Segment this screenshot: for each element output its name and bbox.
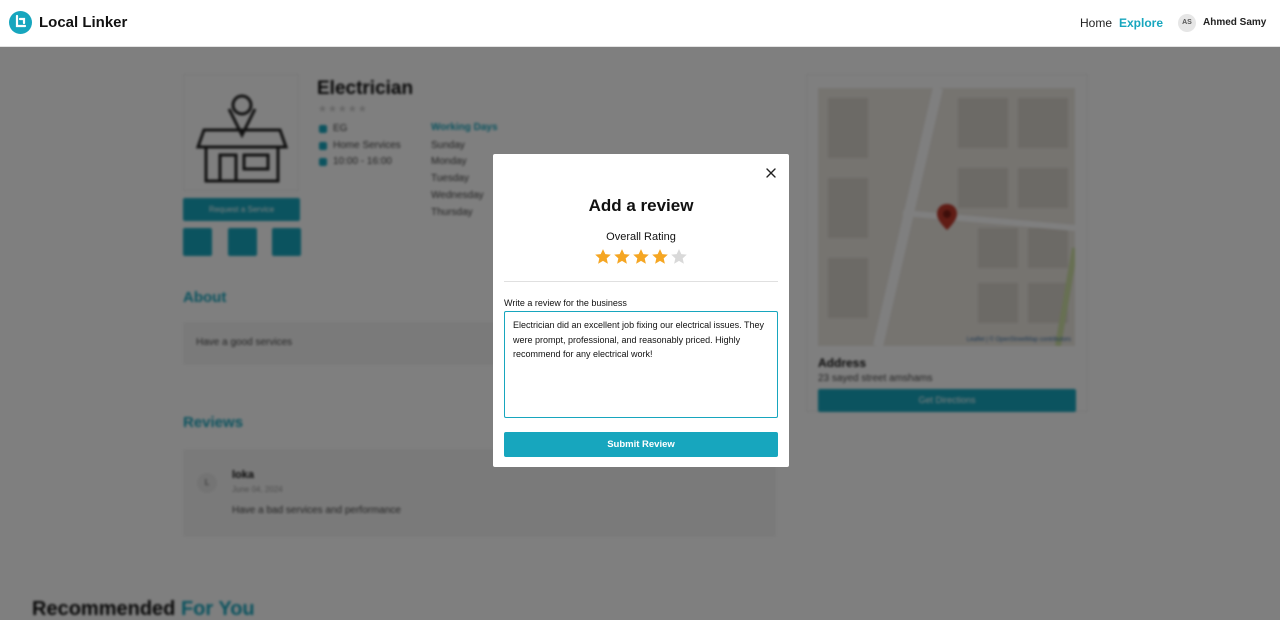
star-icon[interactable] xyxy=(670,248,688,266)
close-icon[interactable] xyxy=(763,165,779,181)
review-field-label: Write a review for the business xyxy=(504,298,627,308)
star-icon[interactable] xyxy=(613,248,631,266)
add-review-modal: Add a review Overall Rating Write a revi… xyxy=(493,154,789,467)
star-icon[interactable] xyxy=(594,248,612,266)
overall-rating-label: Overall Rating xyxy=(606,231,676,243)
review-textarea[interactable]: Electrician did an excellent job fixing … xyxy=(504,311,778,418)
star-icon[interactable] xyxy=(651,248,669,266)
modal-divider xyxy=(504,281,778,282)
submit-review-button[interactable]: Submit Review xyxy=(504,432,778,457)
brand-name[interactable]: Local Linker xyxy=(39,14,127,31)
nav-explore-link[interactable]: Explore xyxy=(1119,16,1163,30)
nav-home-link[interactable]: Home xyxy=(1080,16,1112,30)
star-icon[interactable] xyxy=(632,248,650,266)
rating-stars xyxy=(594,248,688,266)
user-name[interactable]: Ahmed Samy xyxy=(1203,17,1266,28)
top-navbar: Local Linker Home Explore AS Ahmed Samy xyxy=(0,0,1280,47)
local-linker-logo-icon[interactable] xyxy=(9,11,32,34)
modal-title: Add a review xyxy=(588,196,694,215)
user-avatar[interactable]: AS xyxy=(1178,14,1196,32)
